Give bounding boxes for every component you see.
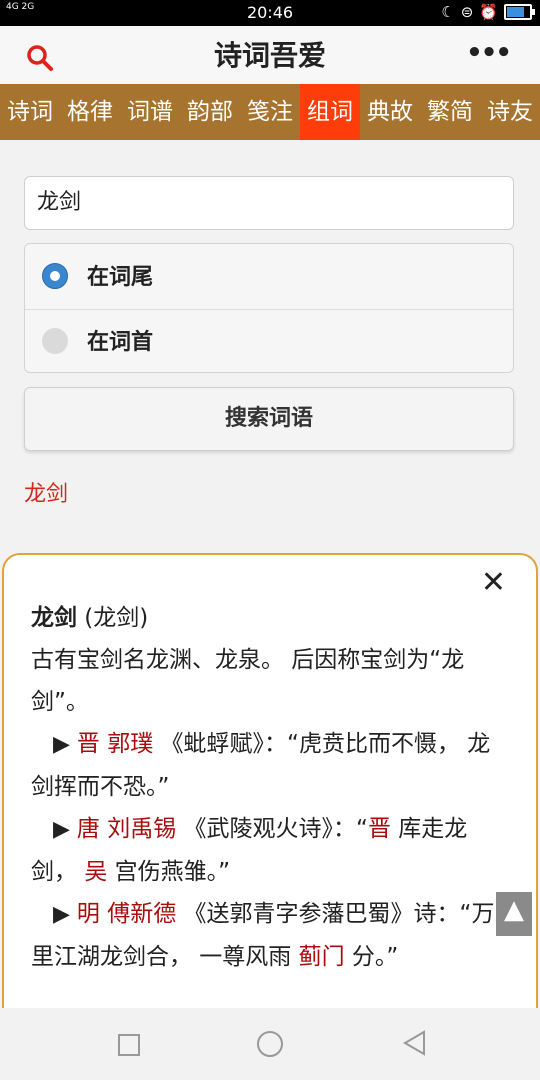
result-link[interactable]: 龙剑 <box>24 476 68 508</box>
play-triangle-icon: ▶ <box>53 902 77 927</box>
app-header: 诗词吾爱 ••• <box>0 26 540 84</box>
citation-author: 刘禹锡 <box>107 816 177 842</box>
citation-quote-part: 吴 <box>84 859 108 885</box>
radio-option-word-start[interactable]: 在词首 <box>25 309 513 374</box>
radio-label: 在词首 <box>87 330 154 355</box>
citation-author: 傅新德 <box>107 901 177 927</box>
position-radio-group: 在词尾 在词首 <box>24 243 514 373</box>
citation-quote-part: 晋 <box>367 816 391 842</box>
tab-item[interactable]: 诗友 <box>480 84 540 140</box>
recent-apps-icon[interactable] <box>118 1034 140 1056</box>
citation-title: 《蚍蜉赋》 <box>160 731 265 757</box>
back-icon[interactable] <box>402 1030 428 1060</box>
alarm-icon: ⏰ <box>479 3 498 21</box>
tab-item[interactable]: 韵部 <box>180 84 240 140</box>
radio-label: 在词尾 <box>87 265 154 290</box>
radio-option-word-end[interactable]: 在词尾 <box>25 244 513 310</box>
tab-item[interactable]: 诗词 <box>0 84 60 140</box>
system-nav-bar <box>0 1008 540 1080</box>
tab-bar: 诗词 格律 词谱 韵部 笺注 组词 典故 繁简 诗友 <box>0 84 540 140</box>
citation-list: ▶ 晋 郭璞 《蚍蜉赋》：“虎贲比而不慑， 龙剑挥而不恐。” ▶ 唐 刘禹锡 《武… <box>31 723 501 978</box>
tab-item[interactable]: 格律 <box>60 84 120 140</box>
play-triangle-icon: ▶ <box>53 732 77 757</box>
status-bar: 4G 2G 20:46 ☾ ⊜ ⏰ <box>0 0 540 26</box>
search-words-button[interactable]: 搜索词语 <box>24 387 514 451</box>
citation-title: 《武陵观火诗》 <box>183 816 334 842</box>
tab-item[interactable]: 繁简 <box>420 84 480 140</box>
play-triangle-icon: ▶ <box>53 817 77 842</box>
citation-item: ▶ 明 傅新德 《送郭青字参藩巴蜀》诗：“万里江湖龙剑合， 一尊风雨 蓟门 分。… <box>31 893 501 978</box>
page-title: 诗词吾爱 <box>213 39 326 72</box>
citation-item: ▶ 唐 刘禹锡 《武陵观火诗》：“晋 库走龙剑， 吴 宫伤燕雏。” <box>31 808 501 893</box>
citation-quote-part: 分。” <box>344 944 399 970</box>
tab-item[interactable]: 笺注 <box>240 84 300 140</box>
close-icon[interactable]: ✕ <box>481 565 506 600</box>
tab-item[interactable]: 词谱 <box>120 84 180 140</box>
citation-item: ▶ 晋 郭璞 《蚍蜉赋》：“虎贲比而不慑， 龙剑挥而不恐。” <box>31 723 501 808</box>
citation-dynasty: 晋 <box>76 731 100 757</box>
citation-author: 郭璞 <box>107 731 154 757</box>
status-icons: ☾ ⊜ ⏰ <box>441 3 535 21</box>
citation-dynasty: 明 <box>76 901 100 927</box>
citation-quote-part: 宫伤燕雏。” <box>107 859 231 885</box>
citation-title: 《送郭青字参藩巴蜀》 <box>183 901 414 927</box>
citation-dynasty: 唐 <box>76 816 100 842</box>
word-search-input[interactable]: 龙剑 <box>24 176 514 230</box>
entry-word: 龙剑 <box>31 605 77 631</box>
entry-word-paren: (龙剑) <box>77 605 149 631</box>
radio-unchecked-icon[interactable] <box>42 328 68 354</box>
definition-popup: ✕ 龙剑 (龙剑) 古有宝剑名龙渊、龙泉。 后因称宝剑为“龙剑”。 ▶ 晋 郭璞… <box>2 553 538 1073</box>
home-icon[interactable] <box>257 1031 283 1057</box>
citation-quote-part: 蓟门 <box>298 944 345 970</box>
citation-quote-part: ：“ <box>333 816 368 842</box>
tab-item[interactable]: 组词 <box>300 84 360 140</box>
definition-content: 龙剑 (龙剑) 古有宝剑名龙渊、龙泉。 后因称宝剑为“龙剑”。 ▶ 晋 郭璞 《… <box>31 597 501 978</box>
battery-icon <box>504 4 535 20</box>
entry-definition: 古有宝剑名龙渊、龙泉。 后因称宝剑为“龙剑”。 <box>31 647 465 715</box>
scroll-to-top-button[interactable]: ▲ <box>496 892 532 936</box>
lock-rotation-icon: ⊜ <box>460 3 474 21</box>
tab-item[interactable]: 典故 <box>360 84 420 140</box>
radio-checked-icon[interactable] <box>42 263 68 289</box>
moon-icon: ☾ <box>441 3 455 21</box>
more-menu-icon[interactable]: ••• <box>466 38 512 68</box>
